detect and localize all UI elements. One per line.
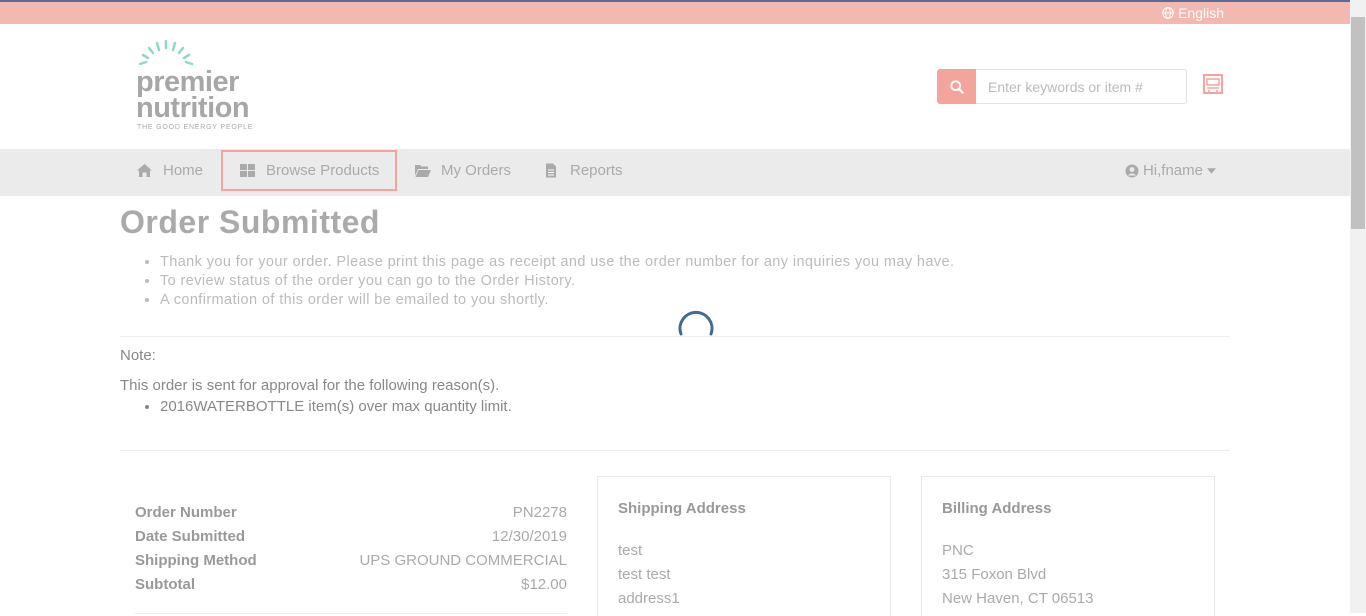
address-line: PNC	[942, 542, 974, 559]
user-circle-icon	[1125, 164, 1139, 177]
divider	[120, 450, 1230, 451]
summary-value: $12.00	[521, 575, 567, 593]
premier-nutrition-logo[interactable]: premier nutrition THE GOOD ENERGY PEOPLE	[136, 38, 276, 134]
nav-browse-products[interactable]: Browse Products	[221, 150, 398, 191]
page-title: Order Submitted	[120, 204, 380, 240]
language-label: English	[1178, 5, 1224, 21]
summary-value: 12/30/2019	[491, 527, 567, 545]
loading-spinner-icon	[678, 311, 714, 336]
main-nav: Home Browse Products My Orders Reports H…	[0, 149, 1350, 196]
user-greeting: Hi,fname	[1142, 162, 1203, 179]
search-icon	[949, 79, 964, 94]
address-line: 315 Foxon Blvd	[942, 566, 1047, 583]
info-item: Thank you for your order. Please print t…	[160, 253, 1230, 272]
summary-value: UPS GROUND COMMERCIAL	[359, 551, 567, 569]
billing-address-card: Billing Address PNC 315 Foxon Blvd New H…	[921, 476, 1215, 616]
summary-label: Subtotal	[135, 575, 195, 593]
logo-word-nutrition: nutrition	[136, 92, 250, 124]
globe-icon	[1162, 7, 1174, 19]
info-item: To review status of the order you can go…	[160, 272, 1230, 291]
address-line: test	[618, 542, 643, 559]
grid-icon	[240, 164, 255, 177]
search-bar	[937, 69, 1187, 104]
summary-row-date-submitted: Date Submitted 12/30/2019	[135, 524, 567, 548]
divider	[135, 613, 567, 614]
note-label: Note:	[120, 347, 156, 364]
language-selector[interactable]: English	[1162, 5, 1224, 21]
note-text: This order is sent for approval for the …	[120, 377, 500, 394]
site-header: premier nutrition THE GOOD ENERGY PEOPLE	[0, 24, 1350, 149]
address-line: test test	[618, 566, 671, 583]
folder-open-icon	[415, 165, 431, 177]
nav-home[interactable]: Home	[136, 149, 203, 192]
home-icon	[137, 164, 152, 177]
summary-row-subtotal: Subtotal $12.00	[135, 572, 567, 596]
summary-value: PN2278	[512, 503, 567, 521]
approval-reasons: 2016WATERBOTTLE item(s) over max quantit…	[120, 396, 1230, 418]
search-button[interactable]	[937, 69, 976, 104]
summary-label: Date Submitted	[135, 527, 246, 545]
reason-item: 2016WATERBOTTLE item(s) over max quantit…	[160, 396, 1230, 418]
logo-tagline: THE GOOD ENERGY PEOPLE	[137, 124, 254, 131]
order-summary: Order Number PN2278 Date Submitted 12/30…	[135, 500, 567, 614]
nav-reports[interactable]: Reports	[543, 149, 623, 192]
nav-home-label: Home	[163, 162, 204, 179]
summary-label: Shipping Method	[135, 551, 257, 569]
summary-row-order-number: Order Number PN2278	[135, 500, 567, 524]
search-input[interactable]	[976, 69, 1187, 104]
address-line: New Haven, CT 06513	[942, 590, 1094, 607]
billing-address-title: Billing Address	[942, 500, 1052, 517]
file-icon	[546, 163, 556, 178]
nav-browse-products-label: Browse Products	[266, 162, 380, 179]
top-bar: English	[0, 0, 1350, 24]
summary-label: Order Number	[135, 503, 237, 521]
nav-my-orders-label: My Orders	[441, 162, 512, 179]
summary-row-shipping-method: Shipping Method UPS GROUND COMMERCIAL	[135, 548, 567, 572]
user-menu[interactable]: Hi,fname	[1125, 162, 1216, 179]
shipping-address-card: Shipping Address test test test address1	[597, 476, 891, 616]
info-list: Thank you for your order. Please print t…	[120, 253, 1230, 310]
shipping-address-title: Shipping Address	[618, 500, 746, 517]
caret-down-icon	[1207, 167, 1216, 174]
address-line: address1	[618, 590, 680, 607]
nav-my-orders[interactable]: My Orders	[414, 149, 511, 192]
scrollbar-thumb[interactable]	[1351, 17, 1365, 229]
sun-rays-icon	[138, 39, 194, 66]
nav-reports-label: Reports	[570, 162, 623, 179]
cart-icon[interactable]	[1202, 73, 1224, 95]
